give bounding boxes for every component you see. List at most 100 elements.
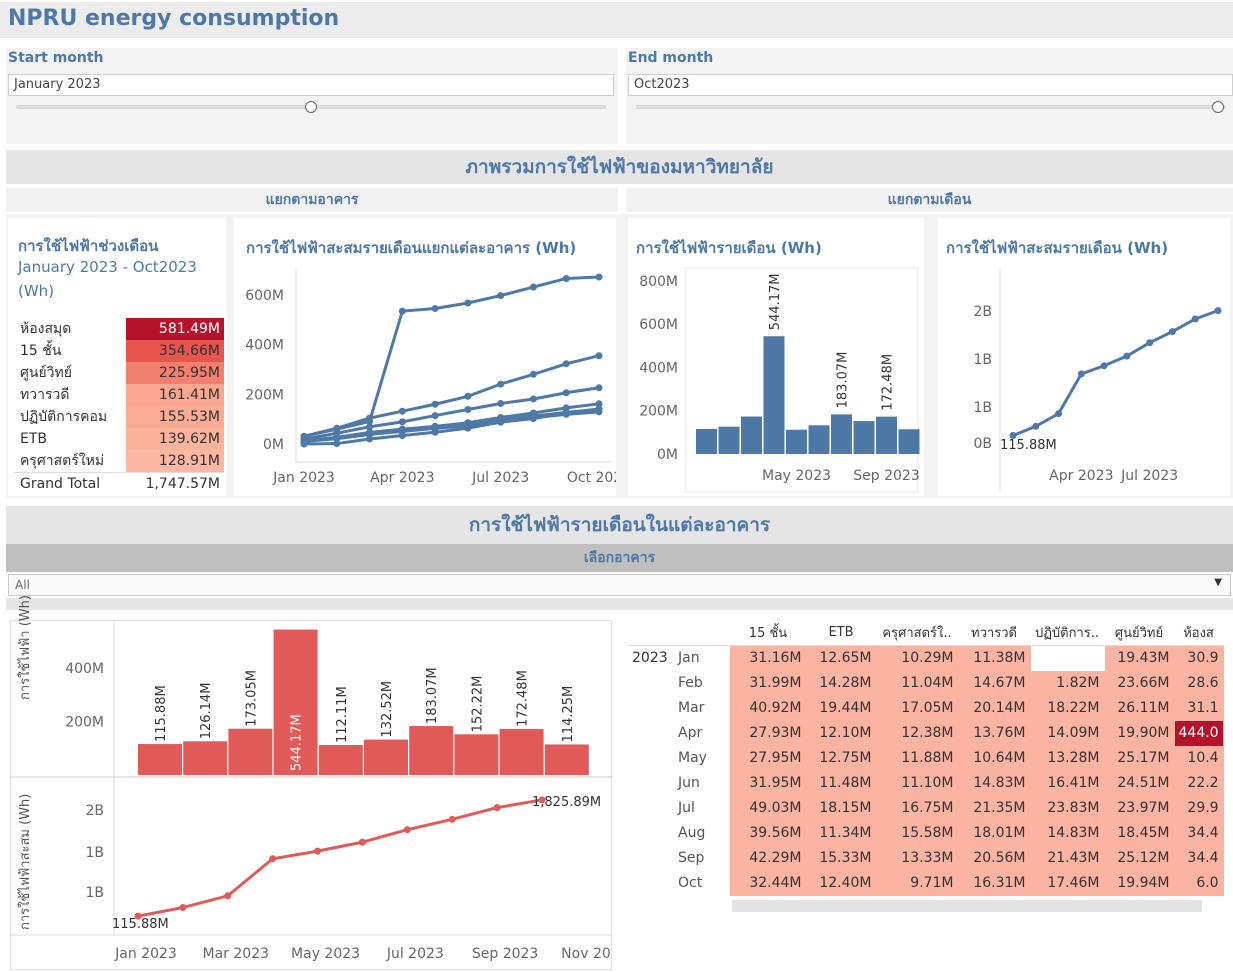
heatmap-cell[interactable]: 20.56M — [958, 845, 1031, 871]
data-point — [333, 435, 341, 443]
heatmap-cell[interactable]: 12.10M — [806, 720, 877, 746]
heatmap-cell[interactable]: 19.90M — [1104, 720, 1175, 746]
heatmap-cell[interactable]: 17.46M — [1030, 870, 1105, 896]
heatmap-cell[interactable]: 26.11M — [1104, 695, 1175, 721]
heatmap-cell[interactable]: 40.92M — [730, 695, 807, 721]
heatmap-cell[interactable]: 28.6 — [1174, 670, 1224, 696]
heatmap-cell[interactable]: 25.12M — [1104, 845, 1175, 871]
heatmap-cell[interactable]: 6.0 — [1174, 870, 1224, 896]
heatmap-column-header[interactable]: ทวารวดี — [958, 620, 1030, 646]
heatmap-cell[interactable]: 14.28M — [806, 670, 877, 696]
heatmap-cell[interactable]: 23.83M — [1030, 795, 1105, 821]
heatmap-cell[interactable]: 34.4 — [1174, 845, 1224, 871]
heatmap-cell[interactable]: 13.33M — [876, 845, 959, 871]
summary-row-name: ครุศาสตร์ใหม่ — [20, 453, 105, 469]
summary-row[interactable]: ห้องสมุด 581.49M — [14, 318, 224, 340]
heatmap-cell[interactable]: 10.64M — [958, 745, 1031, 771]
heatmap-cell[interactable]: 20.14M — [958, 695, 1031, 721]
heatmap-cell[interactable]: 39.56M — [730, 820, 807, 846]
heatmap-cell[interactable]: 13.76M — [958, 720, 1031, 746]
heatmap-cell[interactable]: 12.38M — [876, 720, 959, 746]
start-month-slider-handle[interactable] — [305, 101, 317, 113]
heatmap-cell[interactable]: 19.94M — [1104, 870, 1175, 896]
heatmap-cell[interactable]: 19.44M — [806, 695, 877, 721]
heatmap-cell[interactable]: 11.88M — [876, 745, 959, 771]
heatmap-cell[interactable]: 31.99M — [730, 670, 807, 696]
heatmap-cell[interactable]: 14.83M — [1030, 820, 1105, 846]
summary-row[interactable]: ทวารวดี 161.41M — [14, 384, 224, 406]
heatmap-cell[interactable]: 18.01M — [958, 820, 1031, 846]
heatmap-cell[interactable]: 27.93M — [730, 720, 807, 746]
heatmap-cell[interactable]: 11.04M — [876, 670, 959, 696]
heatmap-cell[interactable]: 14.67M — [958, 670, 1031, 696]
heatmap-cell[interactable]: 11.34M — [806, 820, 877, 846]
bar — [808, 425, 830, 454]
heatmap-cell[interactable]: 21.43M — [1030, 845, 1105, 871]
heatmap-column-header[interactable]: ศูนย์วิทย์ — [1104, 620, 1174, 646]
heatmap-cell[interactable]: 15.58M — [876, 820, 959, 846]
heatmap-cell[interactable]: 12.40M — [806, 870, 877, 896]
heatmap-cell[interactable]: 12.75M — [806, 745, 877, 771]
heatmap-column-header[interactable] — [628, 620, 674, 646]
heatmap-cell[interactable]: 14.09M — [1030, 720, 1105, 746]
heatmap-column-header[interactable]: ครุศาสตร์ใ.. — [876, 620, 958, 646]
heatmap-cell[interactable]: 27.95M — [730, 745, 807, 771]
heatmap-cell[interactable]: 34.4 — [1174, 820, 1224, 846]
heatmap-cell[interactable]: 32.44M — [730, 870, 807, 896]
heatmap-cell[interactable]: 11.38M — [958, 645, 1031, 671]
heatmap-cell[interactable]: 31.1 — [1174, 695, 1224, 721]
heatmap-column-header[interactable]: ETB — [806, 620, 876, 646]
heatmap-cell[interactable]: 11.48M — [806, 770, 877, 796]
heatmap-cell[interactable]: 29.9 — [1174, 795, 1224, 821]
end-month-slider-handle[interactable] — [1212, 101, 1224, 113]
heatmap-cell[interactable]: 9.71M — [876, 870, 959, 896]
heatmap-cell[interactable]: 1.82M — [1030, 670, 1105, 696]
heatmap-cell[interactable]: 42.29M — [730, 845, 807, 871]
summary-row-name: ETB — [20, 431, 48, 447]
chevron-down-icon[interactable]: ▼ — [1214, 577, 1222, 588]
heatmap-cell[interactable]: 18.22M — [1030, 695, 1105, 721]
heatmap-cell[interactable]: 18.15M — [806, 795, 877, 821]
heatmap-month-cell: Oct — [678, 875, 703, 891]
heatmap-cell[interactable]: 15.33M — [806, 845, 877, 871]
heatmap-column-header[interactable] — [674, 620, 730, 646]
heatmap-cell[interactable]: 30.9 — [1174, 645, 1224, 671]
heatmap-cell[interactable]: 22.2 — [1174, 770, 1224, 796]
heatmap-cell[interactable]: 23.97M — [1104, 795, 1175, 821]
heatmap-scrollbar[interactable] — [732, 900, 1202, 912]
heatmap-cell[interactable]: 49.03M — [730, 795, 807, 821]
heatmap-cell[interactable]: 12.65M — [806, 645, 877, 671]
heatmap-cell[interactable]: 11.10M — [876, 770, 959, 796]
heatmap-cell[interactable]: 17.05M — [876, 695, 959, 721]
heatmap-cell[interactable]: 16.75M — [876, 795, 959, 821]
heatmap-column-header[interactable]: ปฏิบัติการ.. — [1030, 620, 1104, 646]
heatmap-cell[interactable]: 13.28M — [1030, 745, 1105, 771]
heatmap-column-header[interactable]: 15 ชั้น — [730, 620, 806, 646]
heatmap-column-header[interactable]: ห้องส — [1174, 620, 1224, 646]
heatmap-cell[interactable]: 31.95M — [730, 770, 807, 796]
heatmap-cell[interactable]: 31.16M — [730, 645, 807, 671]
heatmap-cell[interactable]: 24.51M — [1104, 770, 1175, 796]
heatmap-cell[interactable]: 16.31M — [958, 870, 1031, 896]
heatmap-cell[interactable] — [1030, 645, 1105, 671]
summary-row[interactable]: ครุศาสตร์ใหม่ 128.91M — [14, 450, 224, 472]
summary-row[interactable]: ETB 139.62M — [14, 428, 224, 450]
summary-row[interactable]: ศูนย์วิทย์ 225.95M — [14, 362, 224, 384]
building-select[interactable]: All ▼ — [8, 574, 1231, 596]
heatmap-cell[interactable]: 16.41M — [1030, 770, 1105, 796]
heatmap-cell[interactable]: 444.0 — [1174, 720, 1224, 746]
heatmap-cell[interactable]: 19.43M — [1104, 645, 1175, 671]
heatmap-cell[interactable]: 10.4 — [1174, 745, 1224, 771]
heatmap-cell[interactable]: 25.17M — [1104, 745, 1175, 771]
end-month-slider-track[interactable] — [636, 105, 1226, 109]
heatmap-cell[interactable]: 23.66M — [1104, 670, 1175, 696]
start-month-input[interactable]: January 2023 — [8, 74, 614, 96]
summary-row[interactable]: 15 ชั้น 354.66M — [14, 340, 224, 362]
end-month-input[interactable]: Oct2023 — [628, 74, 1233, 96]
data-point — [529, 395, 537, 403]
heatmap-cell[interactable]: 18.45M — [1104, 820, 1175, 846]
summary-row[interactable]: ปฏิบัติการคอม 155.53M — [14, 406, 224, 428]
heatmap-cell[interactable]: 10.29M — [876, 645, 959, 671]
heatmap-cell[interactable]: 21.35M — [958, 795, 1031, 821]
heatmap-cell[interactable]: 14.83M — [958, 770, 1031, 796]
